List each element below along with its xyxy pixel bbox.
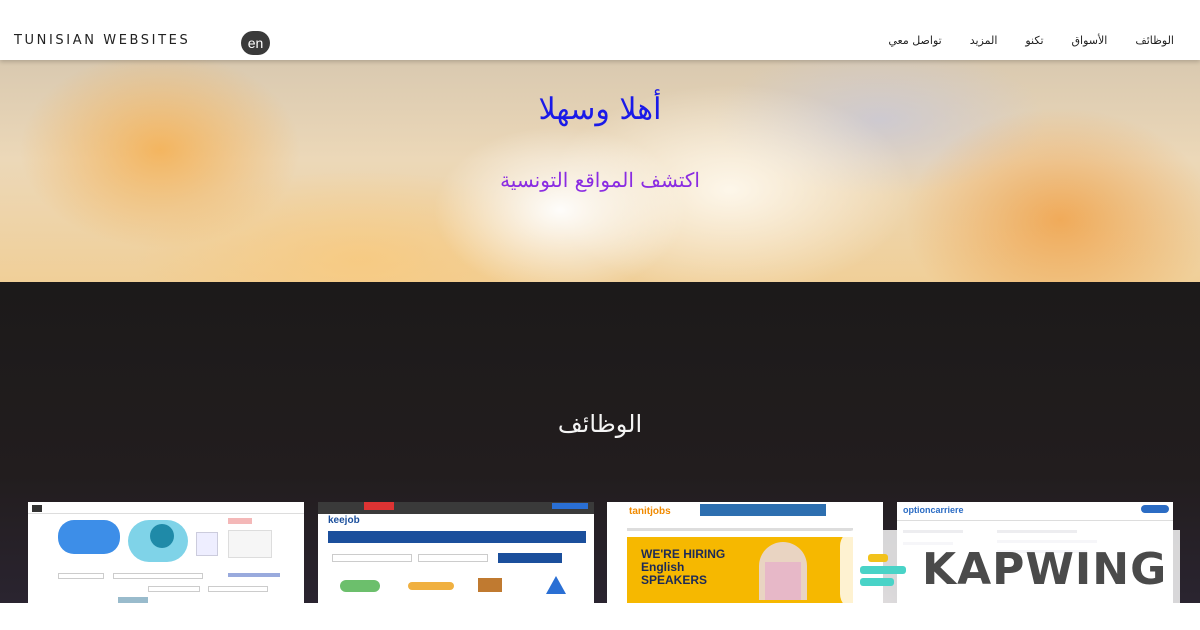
page: TUNISIAN WEBSITES en تواصل معي المزيد تك… <box>0 0 1200 630</box>
kapwing-watermark: KAPWING <box>840 530 1180 610</box>
company-logo-icon <box>546 576 566 594</box>
jobs-section-title: الوظائف <box>557 410 643 438</box>
hero-banner: أهلا وسهلا اكتشف المواقع التونسية <box>0 60 1200 282</box>
header-tab-icon <box>364 502 394 510</box>
job-site-card[interactable] <box>28 502 304 603</box>
site-logo: tanitjobs <box>629 506 671 517</box>
search-field-icon <box>332 554 412 562</box>
tag-icon <box>228 518 252 524</box>
document-icon <box>196 532 218 556</box>
main-nav: تواصل معي المزيد تكنو الأسواق الوظائف <box>874 34 1188 47</box>
platform-badge-icon <box>58 520 120 554</box>
company-logo-icon <box>340 580 380 592</box>
nav-bar-icon <box>328 531 586 543</box>
company-logo-icon <box>478 578 502 592</box>
filter-field-icon <box>148 586 200 592</box>
nav-item-techno[interactable]: تكنو <box>1011 34 1057 47</box>
location-field-icon <box>113 573 203 579</box>
company-logo-icon <box>408 582 454 590</box>
login-button-icon <box>1141 505 1169 513</box>
nav-item-jobs[interactable]: الوظائف <box>1121 34 1188 47</box>
nav-links-icon <box>627 528 853 531</box>
location-field-icon <box>418 554 488 562</box>
table-icon <box>228 530 272 558</box>
hero-title: أهلا وسهلا <box>538 92 662 127</box>
header-button-icon <box>552 503 588 509</box>
search-button-icon <box>498 553 562 563</box>
language-toggle-button[interactable]: en <box>241 31 270 55</box>
site-logo-icon <box>32 505 42 512</box>
kapwing-wordmark: KAPWING <box>922 544 1168 595</box>
illustration-figure-icon <box>150 524 174 548</box>
job-site-card[interactable]: keejob <box>318 502 594 603</box>
site-logo: keejob <box>328 515 360 526</box>
top-navigation-bar: TUNISIAN WEBSITES en تواصل معي المزيد تك… <box>0 0 1200 60</box>
filter-field-icon <box>208 586 268 592</box>
card-header <box>28 502 304 514</box>
kapwing-logo-icon <box>860 554 906 586</box>
nav-item-markets[interactable]: الأسواق <box>1058 34 1122 47</box>
divider <box>897 520 1173 521</box>
search-field-icon <box>58 573 104 579</box>
nav-item-more[interactable]: المزيد <box>956 34 1012 47</box>
header-banner-icon <box>700 504 826 516</box>
nav-item-contact[interactable]: تواصل معي <box>874 34 955 47</box>
person-shirt-icon <box>765 562 801 600</box>
hiring-headline: WE'RE HIRING English SPEAKERS <box>641 547 726 587</box>
hero-subtitle: اكتشف المواقع التونسية <box>500 168 700 192</box>
site-brand[interactable]: TUNISIAN WEBSITES <box>14 33 190 48</box>
link-icon <box>228 573 280 577</box>
site-logo: optioncarriere <box>903 505 964 515</box>
